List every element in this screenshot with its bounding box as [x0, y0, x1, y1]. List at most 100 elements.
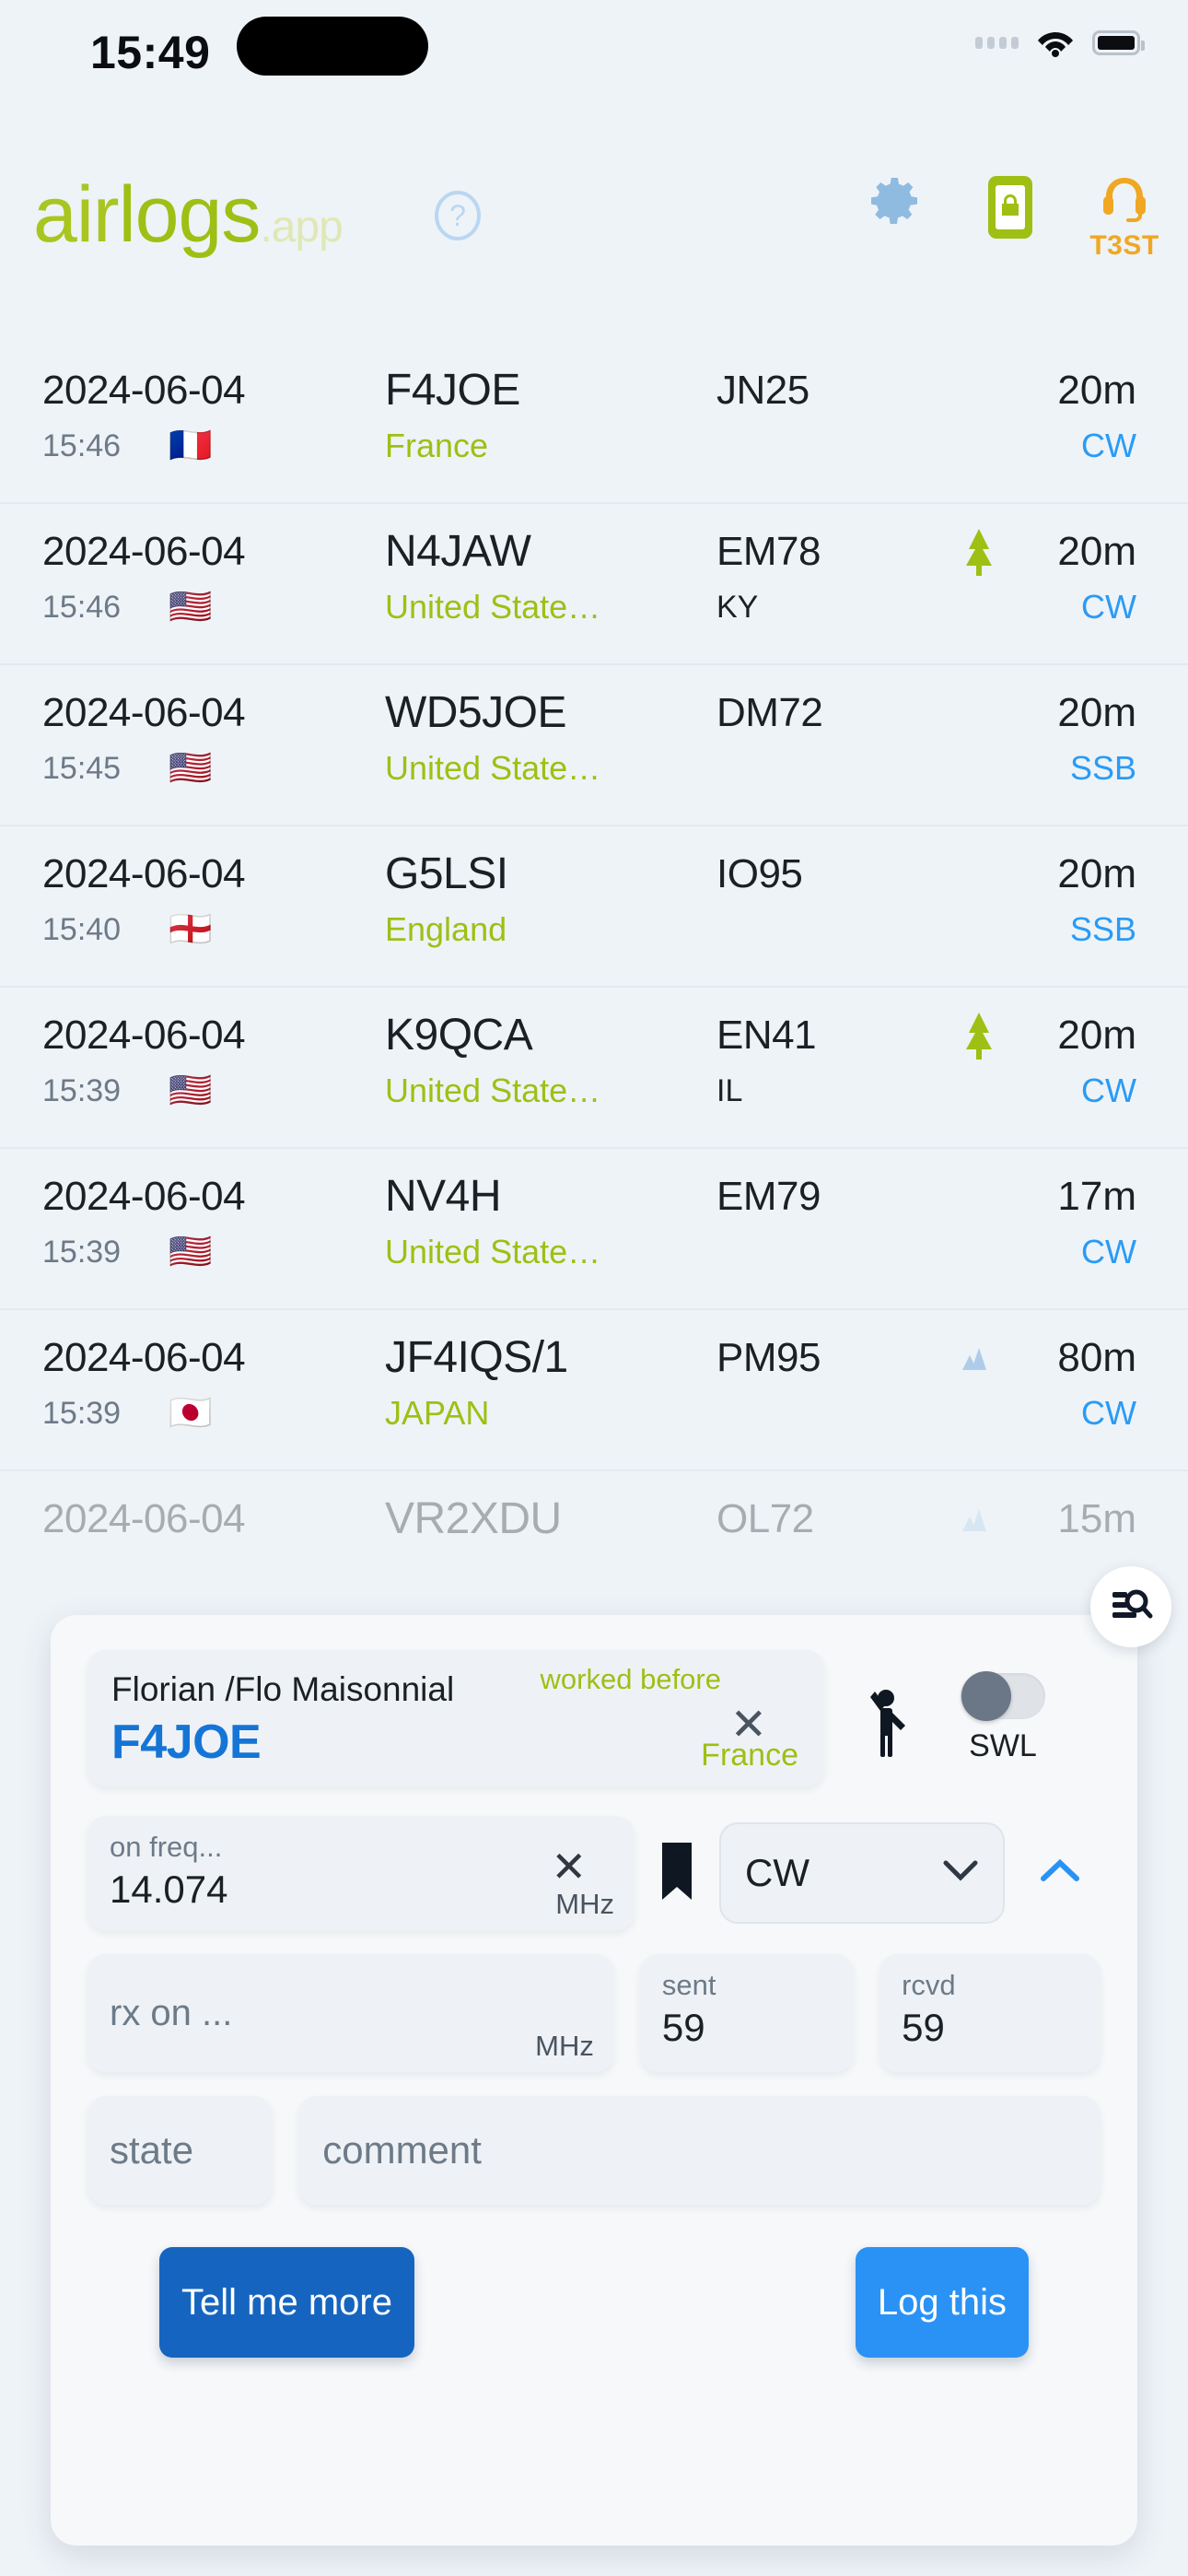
log-callsign: K9QCA: [385, 1011, 533, 1060]
table-row[interactable]: 2024-06-04 K9QCA EN41 20m 15:39 🇺🇸 United Stat…: [0, 988, 1188, 1149]
headset-icon: [1098, 174, 1151, 228]
country-flag-icon: 🇺🇸: [169, 749, 213, 788]
station-callsign-label: T3ST: [1089, 230, 1159, 261]
log-grid: OL72: [716, 1495, 814, 1541]
log-date: 2024-06-04: [42, 367, 246, 413]
device-lock-button[interactable]: [974, 174, 1046, 245]
log-row-primary: 2024-06-04 F4JOE JN25 20m: [42, 365, 1146, 416]
state-field[interactable]: state: [87, 2096, 274, 2205]
bookmark-icon[interactable]: [658, 1841, 695, 1906]
country-flag-icon: 🇺🇸: [169, 1233, 213, 1271]
log-grid: EM79: [716, 1173, 821, 1219]
rcvd-value[interactable]: 59: [902, 2006, 1078, 2050]
dynamic-island: [237, 17, 428, 76]
state-placeholder: state: [110, 2128, 194, 2172]
log-mode: CW: [1081, 1394, 1136, 1432]
log-date: 2024-06-04: [42, 1334, 246, 1380]
table-row[interactable]: 2024-06-04 G5LSI IO95 20m 15:40 🏴󠁧󠁢󠁥󠁮󠁧󠁿 Englan…: [0, 826, 1188, 988]
table-row[interactable]: 2024-06-04 F4JOE JN25 20m 15:46 🇫🇷 France CW: [0, 343, 1188, 504]
log-callsign: F4JOE: [385, 366, 520, 415]
log-this-button[interactable]: Log this: [855, 2247, 1029, 2358]
mode-value: CW: [745, 1851, 809, 1894]
log-time: 15:39: [42, 1072, 122, 1108]
rcvd-report-field[interactable]: rcvd 59: [879, 1954, 1101, 2072]
mountain-icon: [959, 1504, 999, 1535]
app-header: airlogs.app ? T3ST: [0, 170, 1188, 295]
mountain-icon: [959, 1342, 999, 1374]
log-grid: DM72: [716, 689, 823, 735]
status-bar-indicators: [975, 28, 1145, 57]
log-band: 20m: [1057, 528, 1136, 574]
log-list[interactable]: 2024-06-04 F4JOE JN25 20m 15:46 🇫🇷 France CW 202…: [0, 343, 1188, 1559]
question-circle-icon[interactable]: ?: [433, 191, 483, 240]
log-time: 15:46: [42, 589, 122, 625]
country-flag-icon: 🇺🇸: [169, 588, 213, 626]
search-filter-fab[interactable]: [1090, 1566, 1171, 1647]
log-date: 2024-06-04: [42, 850, 246, 896]
rx-frequency-unit: MHz: [535, 2030, 594, 2062]
mode-select[interactable]: CW: [719, 1822, 1005, 1924]
log-row-secondary: 15:39 🇺🇸 United State… CW: [42, 1233, 1146, 1271]
log-grid: EN41: [716, 1012, 817, 1058]
table-row[interactable]: 2024-06-04 NV4H EM79 17m 15:39 🇺🇸 United State…: [0, 1149, 1188, 1310]
callsign-value[interactable]: F4JOE: [111, 1715, 800, 1770]
log-band: 20m: [1057, 367, 1136, 413]
waving-person-icon[interactable]: [861, 1680, 920, 1763]
qso-entry-panel: Florian /Flo Maisonnial F4JOE worked bef…: [51, 1615, 1137, 2546]
comment-placeholder: comment: [322, 2128, 482, 2172]
logo-logs: logs: [118, 170, 262, 259]
status-bar-time: 15:49: [90, 27, 211, 78]
frequency-value[interactable]: 14.074: [110, 1868, 612, 1912]
rx-frequency-field[interactable]: rx on ... MHz: [87, 1954, 614, 2072]
log-row-primary: 2024-06-04 NV4H EM79 17m: [42, 1171, 1146, 1222]
log-date: 2024-06-04: [42, 689, 246, 735]
sent-value[interactable]: 59: [662, 2006, 832, 2050]
rx-row: rx on ... MHz sent 59 rcvd 59: [87, 1954, 1101, 2072]
log-time-flag: 15:39 🇺🇸: [42, 1073, 385, 1109]
log-country: United State…: [385, 1233, 601, 1270]
callsign-card[interactable]: Florian /Flo Maisonnial F4JOE worked bef…: [87, 1650, 824, 1786]
log-row-secondary: 15:39 🇺🇸 United State… IL CW: [42, 1071, 1146, 1110]
log-marker: [928, 1342, 1030, 1374]
settings-button[interactable]: [860, 174, 932, 232]
sent-label: sent: [661, 1969, 716, 2001]
log-marker: [928, 1504, 1030, 1535]
log-row-secondary: 15:46 🇺🇸 United State… KY CW: [42, 588, 1146, 626]
log-time-flag: 15:39 🇺🇸: [42, 1235, 385, 1270]
table-row[interactable]: 2024-06-04 N4JAW EM78 20m 15:46 🇺🇸 United Stat…: [0, 504, 1188, 665]
log-country: United State…: [385, 749, 601, 787]
frequency-field[interactable]: on freq... 14.074 ✕ MHz: [87, 1816, 635, 1930]
comment-field[interactable]: comment: [298, 2096, 1101, 2205]
log-callsign: N4JAW: [385, 527, 531, 576]
table-row[interactable]: 2024-06-04 JF4IQS/1 PM95 80m 15:39 🇯🇵 JAPAN CW: [0, 1310, 1188, 1471]
country-flag-icon: 🇯🇵: [169, 1394, 213, 1433]
log-grid: IO95: [716, 850, 803, 896]
app-screen: 15:49 airlogs.app ? T3ST 2024-06-04 F4JO…: [0, 0, 1188, 2576]
log-mode: CW: [1081, 1233, 1136, 1270]
tell-me-more-button[interactable]: Tell me more: [159, 2247, 414, 2358]
chevron-up-icon[interactable]: [1038, 1856, 1082, 1891]
wifi-icon: [1036, 28, 1075, 57]
log-band: 80m: [1057, 1334, 1136, 1380]
log-band: 17m: [1057, 1173, 1136, 1219]
log-country: England: [385, 910, 507, 948]
worked-before-badge: worked before: [540, 1663, 721, 1695]
frequency-label: on freq...: [110, 1831, 223, 1863]
log-row-primary: 2024-06-04 JF4IQS/1 PM95 80m: [42, 1332, 1146, 1383]
station-button[interactable]: T3ST: [1089, 174, 1160, 262]
battery-icon: [1092, 29, 1145, 55]
close-x-icon[interactable]: ✕: [730, 1704, 767, 1748]
log-grid: JN25: [716, 367, 809, 413]
tree-icon: [959, 527, 999, 577]
log-date: 2024-06-04: [42, 1012, 246, 1058]
log-date: 2024-06-04: [42, 528, 246, 574]
tree-icon: [959, 1011, 999, 1060]
sent-report-field[interactable]: sent 59: [639, 1954, 855, 2072]
close-x-icon[interactable]: ✕: [551, 1845, 587, 1888]
log-time: 15:39: [42, 1234, 122, 1270]
frequency-row: on freq... 14.074 ✕ MHz CW: [87, 1816, 1101, 1930]
swl-toggle[interactable]: [961, 1670, 1045, 1721]
log-callsign: WD5JOE: [385, 688, 567, 737]
table-row[interactable]: 2024-06-04 VR2XDU OL72 15m: [0, 1471, 1188, 1559]
table-row[interactable]: 2024-06-04 WD5JOE DM72 20m 15:45 🇺🇸 United Sta…: [0, 665, 1188, 826]
